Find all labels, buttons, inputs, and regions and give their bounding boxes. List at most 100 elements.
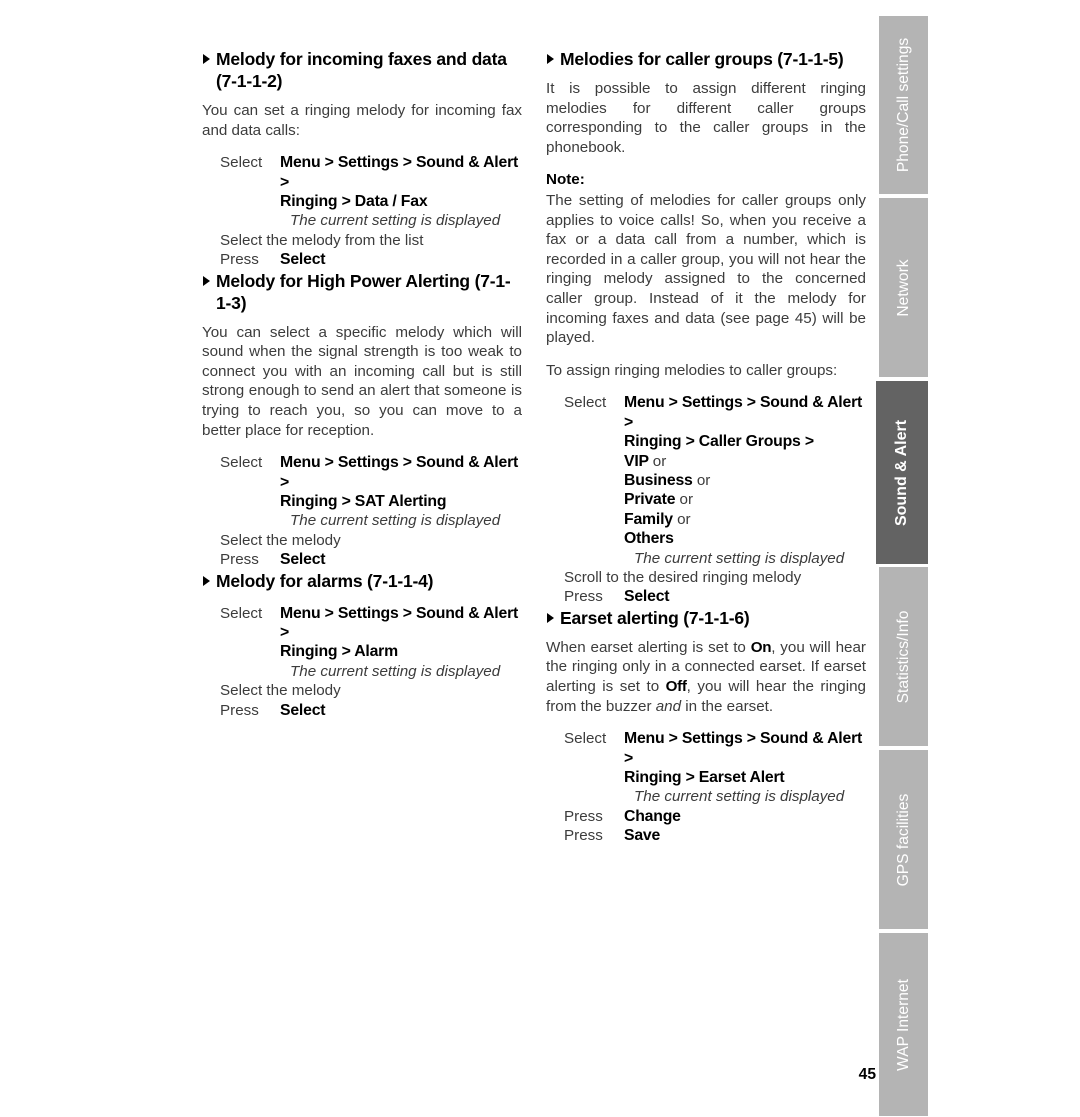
instruction-hint: The current setting is displayed xyxy=(634,788,845,806)
instruction-menu-path-line2: Ringing > Data / Fax xyxy=(280,193,428,210)
option-value: Others xyxy=(624,530,674,548)
instruction-row-select: Select Menu > Settings > Sound & Alert > xyxy=(564,729,866,768)
heading-melody-incoming-faxes: Melody for incoming faxes and data (7-1-… xyxy=(202,48,522,92)
option-value: Business xyxy=(624,471,693,489)
option-conjunction: or xyxy=(679,491,694,509)
left-column: Melody for incoming faxes and data (7-1-… xyxy=(202,48,522,720)
heading-melodies-for-caller-groups: Melodies for caller groups (7-1-1-5) xyxy=(546,48,866,70)
instruction-menu-path-line2: Ringing > Alarm xyxy=(280,643,398,661)
instruction-option-private: Private or xyxy=(624,490,866,509)
instruction-block-sat-alerting: Select Menu > Settings > Sound & Alert >… xyxy=(202,453,522,569)
side-tab-label: Network xyxy=(894,258,912,317)
instruction-step-line: Select the melody xyxy=(220,682,341,700)
instruction-row-select: Select Menu > Settings > Sound & Alert > xyxy=(220,604,522,643)
instruction-block-earset-alert: Select Menu > Settings > Sound & Alert >… xyxy=(546,729,866,845)
note-label: Note: xyxy=(546,171,585,189)
instruction-step-line: Select the melody from the list xyxy=(220,231,424,249)
instruction-menu-path-line1: Menu > Settings > Sound & Alert > xyxy=(280,154,519,191)
earset-text-part-4: in the earset. xyxy=(681,697,774,715)
page-number: 45 xyxy=(858,1066,876,1083)
instruction-menu-path-line1: Menu > Settings > Sound & Alert > xyxy=(280,604,519,642)
instruction-option-others: Others xyxy=(624,529,866,548)
instruction-label-select: Select xyxy=(220,154,263,172)
option-conjunction: or xyxy=(677,510,691,528)
side-tab-label: Statistics/Info xyxy=(894,610,912,703)
paragraph-earset-alerting: When earset alerting is set to On, you w… xyxy=(546,638,866,716)
instruction-option-family: Family or xyxy=(624,510,866,529)
lead-in-caller-groups: To assign ringing melodies to caller gro… xyxy=(546,361,838,379)
instruction-hint: The current setting is displayed xyxy=(290,512,501,530)
instruction-row-press: Press Select xyxy=(564,587,866,606)
paragraph-melodies-for-caller-groups: It is possible to assign different ringi… xyxy=(546,80,866,156)
paragraph-melody-high-power-alerting: You can select a specific melody which w… xyxy=(202,323,522,439)
instruction-press-value: Select xyxy=(280,701,326,719)
instruction-label-press: Press xyxy=(220,251,259,269)
instruction-label-select: Select xyxy=(564,394,607,412)
side-tab-label: Phone/Call settings xyxy=(894,37,912,173)
instruction-label-press: Press xyxy=(220,551,259,569)
earset-value-off: Off xyxy=(665,677,687,695)
instruction-step-line: Scroll to the desired ringing melody xyxy=(564,568,802,586)
option-value: Private xyxy=(624,491,676,509)
instruction-label-press: Press xyxy=(564,588,603,606)
instruction-press-value: Select xyxy=(280,251,326,269)
instruction-row-press: Press Select xyxy=(220,250,522,269)
instruction-row-press-save: Press Save xyxy=(564,826,866,845)
instruction-block-alarm: Select Menu > Settings > Sound & Alert >… xyxy=(202,604,522,720)
instruction-label-press: Press xyxy=(564,827,603,845)
earset-emphasis-and: and xyxy=(655,697,682,715)
option-value: VIP xyxy=(624,452,649,470)
earset-text-part-1: When earset alerting is set to xyxy=(546,638,751,656)
manual-page: Melody for incoming faxes and data (7-1-… xyxy=(0,0,1080,1117)
side-tab-statistics-info[interactable]: Statistics/Info xyxy=(879,567,928,746)
instruction-row-select: Select Menu > Settings > Sound & Alert > xyxy=(220,453,522,492)
instruction-menu-path-line1: Menu > Settings > Sound & Alert > xyxy=(624,394,863,431)
paragraph-melody-incoming-faxes: You can set a ringing melody for incomin… xyxy=(202,102,522,139)
instruction-label-press: Press xyxy=(564,807,603,825)
instruction-menu-path-line2: Ringing > SAT Alerting xyxy=(280,493,447,510)
heading-melody-for-alarms: Melody for alarms (7-1-1-4) xyxy=(202,570,522,592)
side-tab-phone-call-settings[interactable]: Phone/Call settings xyxy=(879,16,928,194)
side-tab-label: GPS facilities xyxy=(894,793,912,886)
instruction-row-press: Press Select xyxy=(220,550,522,569)
instruction-menu-path-line2: Ringing > Caller Groups > xyxy=(624,433,814,451)
heading-melody-high-power-alerting: Melody for High Power Alerting (7-1-1-3) xyxy=(202,270,522,314)
instruction-label-select: Select xyxy=(220,454,263,472)
side-tab-label: Sound & Alert xyxy=(893,419,910,526)
instruction-hint: The current setting is displayed xyxy=(634,549,845,567)
side-tab-label: WAP Internet xyxy=(894,978,912,1071)
option-conjunction: or xyxy=(652,452,667,470)
instruction-row-press: Press Select xyxy=(220,701,522,720)
instruction-row-press-change: Press Change xyxy=(564,807,866,826)
instruction-label-select: Select xyxy=(220,604,263,622)
instruction-press-value-save: Save xyxy=(624,827,661,845)
instruction-press-value: Select xyxy=(280,551,326,569)
side-tab-sound-and-alert[interactable]: Sound & Alert xyxy=(876,381,928,564)
option-conjunction: or xyxy=(696,471,711,489)
instruction-label-select: Select xyxy=(564,730,607,748)
side-tab-wap-internet[interactable]: WAP Internet xyxy=(879,933,928,1116)
instruction-menu-path-line1: Menu > Settings > Sound & Alert > xyxy=(624,730,863,767)
note-body: The setting of melodies for caller group… xyxy=(546,191,866,347)
instruction-press-value: Select xyxy=(624,588,670,606)
instruction-step-line: Select the melody xyxy=(220,531,341,549)
earset-value-on: On xyxy=(750,638,772,656)
instruction-row-select: Select Menu > Settings > Sound & Alert > xyxy=(220,153,522,192)
page-body: Melody for incoming faxes and data (7-1-… xyxy=(202,48,876,1058)
instruction-label-press: Press xyxy=(220,701,259,719)
right-column: Melodies for caller groups (7-1-1-5) It … xyxy=(546,48,866,846)
instruction-option-vip: VIP or xyxy=(624,452,866,471)
instruction-menu-path-line2: Ringing > Earset Alert xyxy=(624,768,785,786)
instruction-block-data-fax: Select Menu > Settings > Sound & Alert >… xyxy=(202,153,522,269)
instruction-row-select: Select Menu > Settings > Sound & Alert > xyxy=(564,393,866,432)
instruction-menu-path-line1: Menu > Settings > Sound & Alert > xyxy=(280,454,519,491)
instruction-hint: The current setting is displayed xyxy=(290,212,501,230)
heading-earset-alerting: Earset alerting (7-1-1-6) xyxy=(546,607,866,629)
instruction-option-business: Business or xyxy=(624,471,866,490)
instruction-hint: The current setting is displayed xyxy=(290,662,501,680)
option-value: Family xyxy=(624,510,673,528)
side-tab-gps-facilities[interactable]: GPS facilities xyxy=(879,750,928,929)
side-tab-network[interactable]: Network xyxy=(879,198,928,377)
instruction-press-value-change: Change xyxy=(624,807,681,825)
side-tab-strip: Phone/Call settings Network Sound & Aler… xyxy=(876,8,928,1116)
